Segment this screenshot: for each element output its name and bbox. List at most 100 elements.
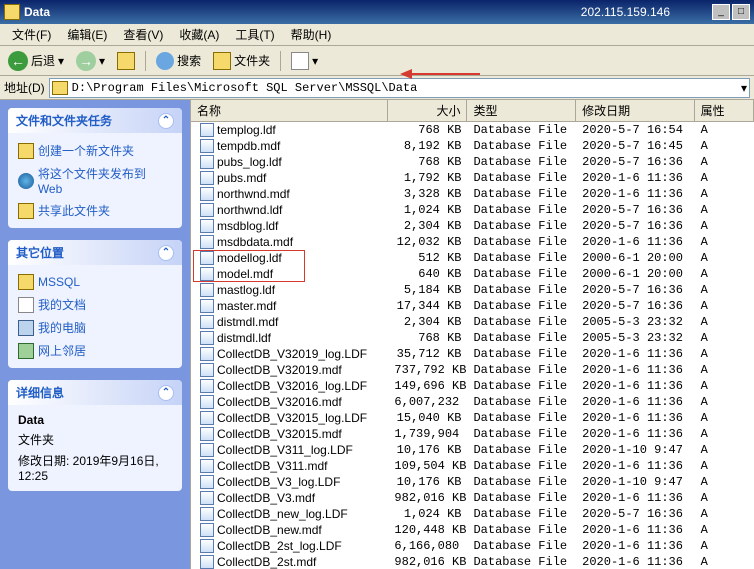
file-icon	[200, 411, 214, 425]
file-row[interactable]: distmdl.ldf768 KBDatabase File2005-5-3 2…	[191, 330, 754, 346]
file-date: 2020-1-6 11:36	[576, 411, 695, 425]
task-item[interactable]: 共享此文件夹	[18, 199, 172, 222]
file-row[interactable]: CollectDB_V32016.mdf6,007,232 KBDatabase…	[191, 394, 754, 410]
up-button[interactable]	[113, 50, 139, 72]
address-label: 地址(D)	[4, 79, 45, 96]
menu-favorites[interactable]: 收藏(A)	[171, 24, 227, 45]
file-attr: A	[695, 203, 754, 217]
file-size: 120,448 KB	[388, 523, 467, 537]
file-row[interactable]: modellog.ldf512 KBDatabase File2000-6-1 …	[191, 250, 754, 266]
dropdown-icon[interactable]: ▾	[741, 81, 747, 95]
file-icon	[200, 539, 214, 553]
file-row[interactable]: CollectDB_V32019.mdf737,792 KBDatabase F…	[191, 362, 754, 378]
place-item[interactable]: MSSQL	[18, 271, 172, 293]
file-icon	[200, 235, 214, 249]
address-input[interactable]	[72, 81, 741, 95]
file-type: Database File	[467, 203, 576, 217]
file-row[interactable]: msdblog.ldf2,304 KBDatabase File2020-5-7…	[191, 218, 754, 234]
file-icon	[200, 523, 214, 537]
search-button[interactable]: 搜索	[152, 50, 205, 72]
file-row[interactable]: distmdl.mdf2,304 KBDatabase File2005-5-3…	[191, 314, 754, 330]
other-title: 其它位置	[16, 244, 64, 261]
file-icon	[200, 507, 214, 521]
file-attr: A	[695, 315, 754, 329]
file-row[interactable]: pubs_log.ldf768 KBDatabase File2020-5-7 …	[191, 154, 754, 170]
views-button[interactable]: ▾	[287, 50, 322, 72]
forward-button[interactable]: → ▾	[72, 49, 109, 73]
file-name: mastlog.ldf	[217, 283, 275, 297]
file-name: tempdb.mdf	[217, 139, 280, 153]
file-attr: A	[695, 235, 754, 249]
minimize-button[interactable]: _	[712, 4, 730, 20]
file-row[interactable]: northwnd.ldf1,024 KBDatabase File2020-5-…	[191, 202, 754, 218]
col-date[interactable]: 修改日期	[576, 100, 695, 121]
col-name[interactable]: 名称	[191, 100, 388, 121]
menu-tools[interactable]: 工具(T)	[227, 24, 282, 45]
folder-icon	[18, 143, 34, 159]
col-attr[interactable]: 属性	[695, 100, 754, 121]
file-row[interactable]: CollectDB_V311_log.LDF10,176 KBDatabase …	[191, 442, 754, 458]
file-row[interactable]: CollectDB_V3.mdf982,016 KBDatabase File2…	[191, 490, 754, 506]
maximize-button[interactable]: □	[732, 4, 750, 20]
file-row[interactable]: templog.ldf768 KBDatabase File2020-5-7 1…	[191, 122, 754, 138]
file-type: Database File	[467, 331, 576, 345]
file-row[interactable]: CollectDB_V311.mdf109,504 KBDatabase Fil…	[191, 458, 754, 474]
file-row[interactable]: mastlog.ldf5,184 KBDatabase File2020-5-7…	[191, 282, 754, 298]
file-row[interactable]: msdbdata.mdf12,032 KBDatabase File2020-1…	[191, 234, 754, 250]
back-button[interactable]: ← 后退 ▾	[4, 49, 68, 73]
details-name: Data	[18, 411, 172, 429]
place-item[interactable]: 网上邻居	[18, 339, 172, 362]
file-row[interactable]: northwnd.mdf3,328 KBDatabase File2020-1-…	[191, 186, 754, 202]
file-list[interactable]: 名称 大小 类型 修改日期 属性 templog.ldf768 KBDataba…	[190, 100, 754, 569]
file-row[interactable]: CollectDB_V3_log.LDF10,176 KBDatabase Fi…	[191, 474, 754, 490]
file-name: CollectDB_V311_log.LDF	[217, 443, 353, 457]
file-icon	[200, 379, 214, 393]
file-row[interactable]: master.mdf17,344 KBDatabase File2020-5-7…	[191, 298, 754, 314]
file-icon	[200, 219, 214, 233]
file-row[interactable]: model.mdf640 KBDatabase File2000-6-1 20:…	[191, 266, 754, 282]
file-type: Database File	[467, 475, 576, 489]
file-row[interactable]: CollectDB_V32019_log.LDF35,712 KBDatabas…	[191, 346, 754, 362]
folder-icon	[52, 81, 68, 95]
file-row[interactable]: CollectDB_V32016_log.LDF149,696 KBDataba…	[191, 378, 754, 394]
file-type: Database File	[467, 555, 576, 569]
other-header[interactable]: 其它位置 ⌃	[8, 240, 182, 265]
file-size: 2,304 KB	[388, 219, 467, 233]
menu-edit[interactable]: 编辑(E)	[59, 24, 115, 45]
place-item[interactable]: 我的文档	[18, 293, 172, 316]
file-row[interactable]: tempdb.mdf8,192 KBDatabase File2020-5-7 …	[191, 138, 754, 154]
file-type: Database File	[467, 379, 576, 393]
file-row[interactable]: CollectDB_V32015.mdf1,739,904 KBDatabase…	[191, 426, 754, 442]
place-item[interactable]: 我的电脑	[18, 316, 172, 339]
file-name: pubs.mdf	[217, 171, 266, 185]
menu-file[interactable]: 文件(F)	[4, 24, 59, 45]
file-name: CollectDB_new_log.LDF	[217, 507, 348, 521]
file-type: Database File	[467, 155, 576, 169]
file-date: 2020-1-6 11:36	[576, 523, 695, 537]
task-item[interactable]: 创建一个新文件夹	[18, 139, 172, 162]
back-arrow-icon: ←	[8, 51, 28, 71]
col-size[interactable]: 大小	[388, 100, 467, 121]
file-icon	[200, 299, 214, 313]
file-date: 2020-5-7 16:36	[576, 219, 695, 233]
file-row[interactable]: CollectDB_new.mdf120,448 KBDatabase File…	[191, 522, 754, 538]
menu-view[interactable]: 查看(V)	[115, 24, 171, 45]
file-row[interactable]: CollectDB_new_log.LDF1,024 KBDatabase Fi…	[191, 506, 754, 522]
file-row[interactable]: CollectDB_V32015_log.LDF15,040 KBDatabas…	[191, 410, 754, 426]
file-date: 2020-1-6 11:36	[576, 379, 695, 393]
file-row[interactable]: CollectDB_2st.mdf982,016 KBDatabase File…	[191, 554, 754, 569]
task-label: 共享此文件夹	[38, 202, 110, 219]
file-row[interactable]: pubs.mdf1,792 KBDatabase File2020-1-6 11…	[191, 170, 754, 186]
file-row[interactable]: CollectDB_2st_log.LDF6,166,080 KBDatabas…	[191, 538, 754, 554]
details-header[interactable]: 详细信息 ⌃	[8, 380, 182, 405]
menu-help[interactable]: 帮助(H)	[283, 24, 340, 45]
folders-button[interactable]: 文件夹	[209, 50, 274, 72]
tasks-header[interactable]: 文件和文件夹任务 ⌃	[8, 108, 182, 133]
file-size: 982,016 KB	[388, 555, 467, 569]
col-type[interactable]: 类型	[467, 100, 576, 121]
task-item[interactable]: 将这个文件夹发布到 Web	[18, 162, 172, 199]
file-attr: A	[695, 171, 754, 185]
file-date: 2020-1-6 11:36	[576, 171, 695, 185]
file-type: Database File	[467, 539, 576, 553]
file-type: Database File	[467, 267, 576, 281]
